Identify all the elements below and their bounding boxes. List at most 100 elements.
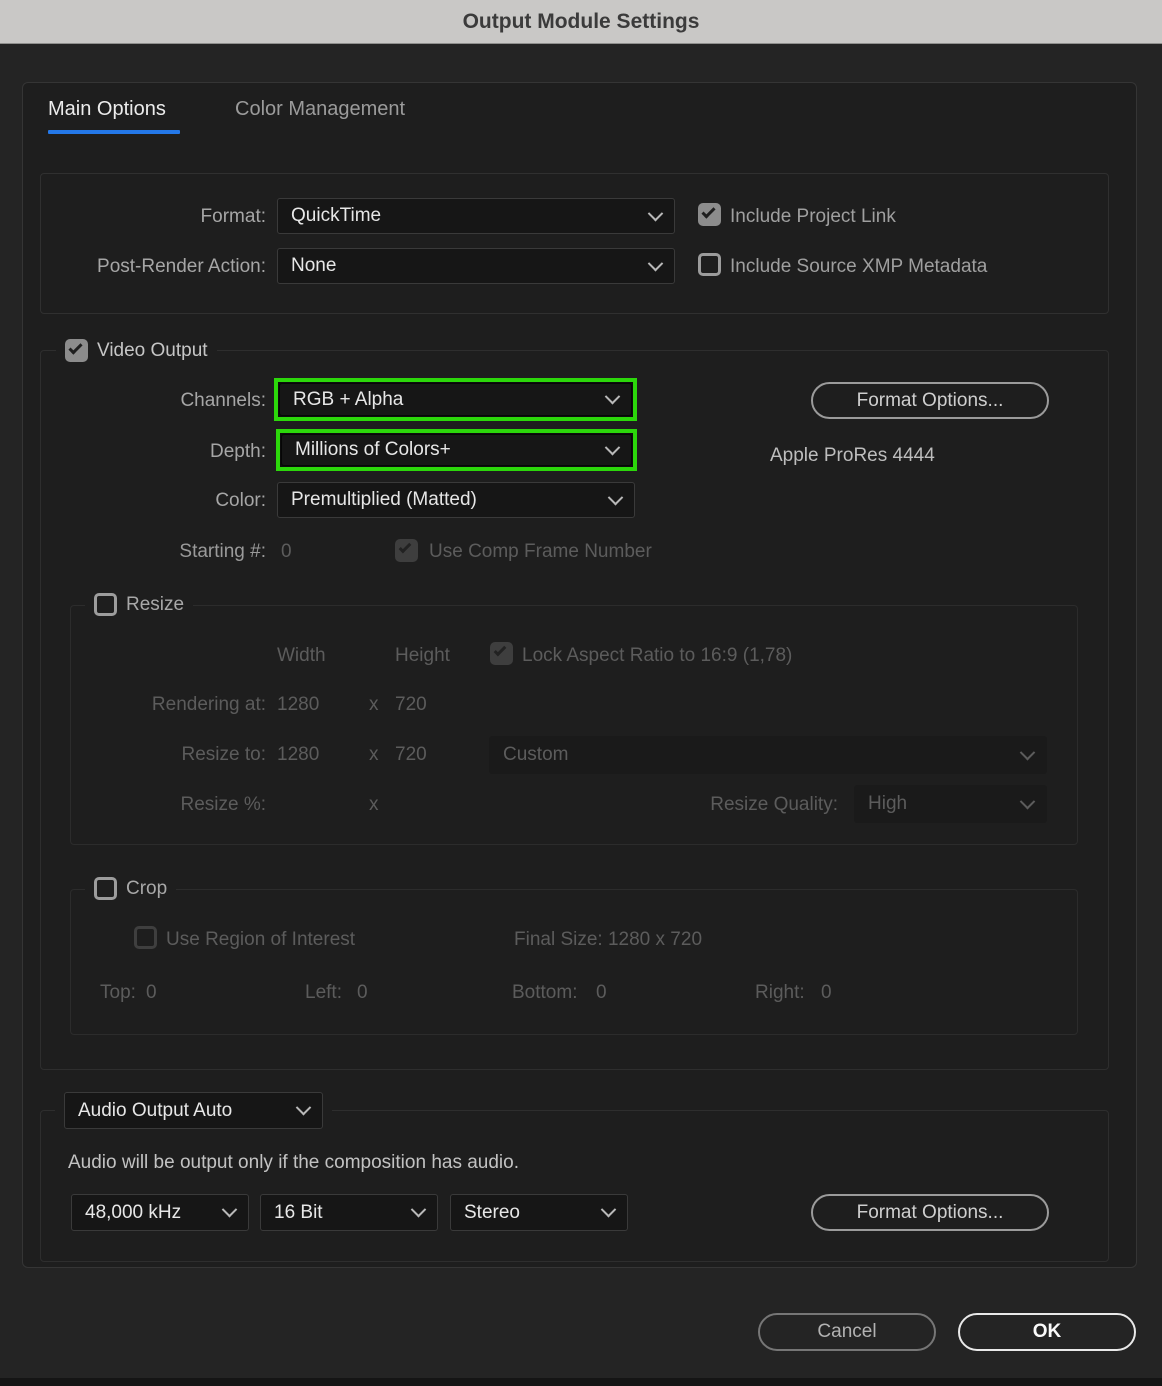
audio-sample-rate-dropdown[interactable]: 48,000 kHz	[71, 1194, 249, 1231]
resize-width-header: Width	[277, 645, 326, 666]
chevron-down-icon	[1019, 744, 1036, 760]
format-dropdown-value: QuickTime	[291, 205, 382, 226]
depth-dropdown-value: Millions of Colors+	[295, 439, 451, 460]
chevron-down-icon	[647, 205, 664, 221]
chevron-down-icon	[647, 255, 664, 271]
tab-color-management[interactable]: Color Management	[235, 98, 405, 121]
include-project-link-label: Include Project Link	[730, 206, 896, 227]
resize-preset-value: Custom	[503, 744, 569, 765]
format-dropdown[interactable]: QuickTime	[277, 198, 675, 234]
channels-dropdown[interactable]: RGB + Alpha	[279, 383, 632, 416]
rendering-width-value: 1280	[277, 694, 320, 715]
video-format-options-button[interactable]: Format Options...	[811, 382, 1049, 419]
crop-box	[70, 889, 1078, 1035]
tab-main-options[interactable]: Main Options	[48, 98, 166, 121]
use-comp-frame-checkbox	[395, 539, 418, 562]
depth-label: Depth:	[210, 441, 266, 462]
resize-x-separator: x	[369, 744, 379, 765]
format-section-box	[40, 173, 1109, 314]
resize-height-header: Height	[395, 645, 450, 666]
video-output-label: Video Output	[97, 339, 208, 361]
resize-preset-dropdown: Custom	[489, 736, 1047, 774]
starting-number-value: 0	[281, 541, 292, 562]
use-roi-label: Use Region of Interest	[166, 929, 356, 950]
chevron-down-icon	[295, 1099, 312, 1116]
check-icon	[398, 540, 412, 554]
crop-top-label: Top:	[100, 982, 136, 1003]
resize-label: Resize	[126, 593, 185, 615]
dialog-titlebar[interactable]: Output Module Settings	[0, 0, 1162, 44]
resize-to-label: Resize to:	[181, 744, 266, 765]
resize-pct-x-separator: x	[369, 794, 379, 815]
chevron-down-icon	[1019, 793, 1036, 809]
rendering-at-label: Rendering at:	[151, 694, 266, 715]
crop-right-value: 0	[821, 982, 832, 1003]
post-render-action-dropdown[interactable]: None	[277, 248, 675, 284]
resize-checkbox[interactable]	[94, 593, 117, 616]
channels-highlight: RGB + Alpha	[274, 378, 637, 421]
crop-right-label: Right:	[755, 982, 805, 1003]
final-size-label: Final Size: 1280 x 720	[514, 929, 703, 950]
window-bottom-edge	[0, 1378, 1162, 1386]
crop-legend: Crop	[85, 875, 177, 902]
rendering-x-separator: x	[369, 694, 379, 715]
resize-quality-dropdown: High	[854, 785, 1047, 823]
color-dropdown[interactable]: Premultiplied (Matted)	[277, 482, 635, 518]
codec-info: Apple ProRes 4444	[770, 445, 935, 466]
audio-legend: Audio Output Auto	[55, 1090, 332, 1131]
resize-quality-label: Resize Quality:	[710, 794, 838, 815]
chevron-down-icon	[410, 1201, 427, 1218]
depth-highlight: Millions of Colors+	[276, 429, 637, 471]
video-output-legend: Video Output	[56, 337, 217, 364]
crop-checkbox[interactable]	[94, 877, 117, 900]
starting-number-label: Starting #:	[179, 541, 266, 562]
crop-left-value: 0	[357, 982, 368, 1003]
use-comp-frame-label: Use Comp Frame Number	[429, 541, 652, 562]
resize-width-value: 1280	[277, 744, 320, 765]
audio-channels-value: Stereo	[464, 1201, 520, 1223]
crop-left-label: Left:	[305, 982, 342, 1003]
crop-bottom-value: 0	[596, 982, 607, 1003]
lock-aspect-checkbox	[490, 642, 513, 665]
chevron-down-icon	[600, 1201, 617, 1218]
chevron-down-icon	[604, 439, 621, 455]
resize-pct-label: Resize %:	[180, 794, 266, 815]
channels-dropdown-value: RGB + Alpha	[293, 388, 404, 410]
post-render-action-value: None	[291, 255, 337, 276]
lock-aspect-label: Lock Aspect Ratio to 16:9 (1,78)	[522, 645, 793, 666]
audio-bit-depth-dropdown[interactable]: 16 Bit	[260, 1194, 438, 1231]
resize-height-value: 720	[395, 744, 427, 765]
active-tab-underline	[48, 130, 180, 134]
ok-button[interactable]: OK	[958, 1313, 1136, 1351]
chevron-down-icon	[607, 489, 624, 505]
check-icon	[68, 340, 83, 355]
chevron-down-icon	[221, 1201, 238, 1218]
audio-format-options-button[interactable]: Format Options...	[811, 1194, 1049, 1231]
channels-label: Channels:	[180, 390, 266, 411]
color-dropdown-value: Premultiplied (Matted)	[291, 489, 477, 510]
cancel-button[interactable]: Cancel	[758, 1313, 936, 1351]
resize-legend: Resize	[85, 591, 194, 618]
crop-top-value: 0	[146, 982, 157, 1003]
crop-bottom-label: Bottom:	[512, 982, 578, 1003]
rendering-height-value: 720	[395, 694, 427, 715]
include-xmp-label: Include Source XMP Metadata	[730, 256, 988, 277]
chevron-down-icon	[604, 388, 621, 405]
color-label: Color:	[215, 490, 266, 511]
format-label: Format:	[200, 206, 266, 227]
resize-quality-value: High	[868, 793, 908, 814]
use-roi-checkbox	[134, 926, 157, 949]
audio-box	[40, 1110, 1109, 1262]
video-output-checkbox[interactable]	[65, 339, 88, 362]
audio-note: Audio will be output only if the composi…	[68, 1152, 519, 1173]
audio-output-mode-dropdown[interactable]: Audio Output Auto	[64, 1092, 323, 1129]
post-render-action-label: Post-Render Action:	[97, 256, 266, 277]
crop-label: Crop	[126, 877, 168, 899]
audio-sample-rate-value: 48,000 kHz	[85, 1201, 182, 1223]
check-icon	[701, 204, 716, 219]
check-icon	[493, 643, 507, 657]
audio-channels-dropdown[interactable]: Stereo	[450, 1194, 628, 1231]
include-project-link-checkbox[interactable]	[698, 203, 721, 226]
include-xmp-checkbox[interactable]	[698, 253, 721, 276]
depth-dropdown[interactable]: Millions of Colors+	[281, 434, 632, 466]
